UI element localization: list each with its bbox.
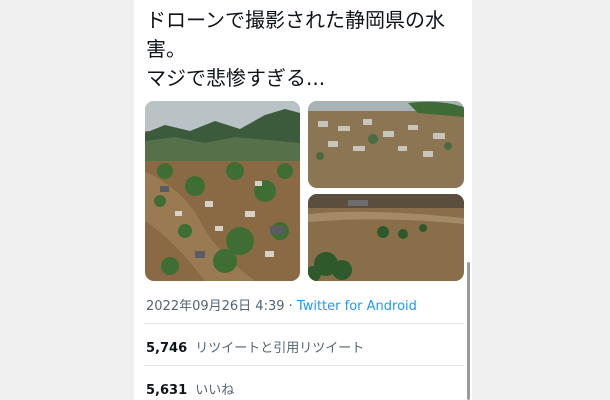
flood-aerial-town-photo[interactable]: [145, 101, 300, 281]
tweet-source-link[interactable]: Twitter for Android: [297, 299, 417, 314]
tweet-timestamp[interactable]: 2022年09月26日 4:39: [146, 299, 285, 314]
retweet-label: リツイートと引用リツイート: [195, 341, 365, 356]
divider: [144, 365, 464, 366]
like-stat[interactable]: 5,631 いいね: [146, 379, 234, 398]
tweet-meta: 2022年09月26日 4:39 · Twitter for Android: [146, 295, 417, 314]
flood-aerial-river-photo[interactable]: [308, 194, 464, 281]
retweet-count: 5,746: [146, 341, 188, 356]
flood-aerial-houses-photo[interactable]: [308, 101, 464, 188]
retweet-stat[interactable]: 5,746 リツイートと引用リツイート: [146, 337, 364, 356]
tweet-text: ドローンで撮影された静岡県の水害。 マジで悲惨すぎる...: [146, 8, 445, 90]
like-count: 5,631: [146, 383, 188, 398]
tweet-card: ドローンで撮影された静岡県の水害。 マジで悲惨すぎる... 2022年09月26…: [134, 0, 472, 400]
divider: [144, 323, 464, 324]
scrollbar[interactable]: [467, 262, 470, 400]
like-label: いいね: [195, 383, 235, 398]
meta-separator: ·: [288, 299, 293, 314]
